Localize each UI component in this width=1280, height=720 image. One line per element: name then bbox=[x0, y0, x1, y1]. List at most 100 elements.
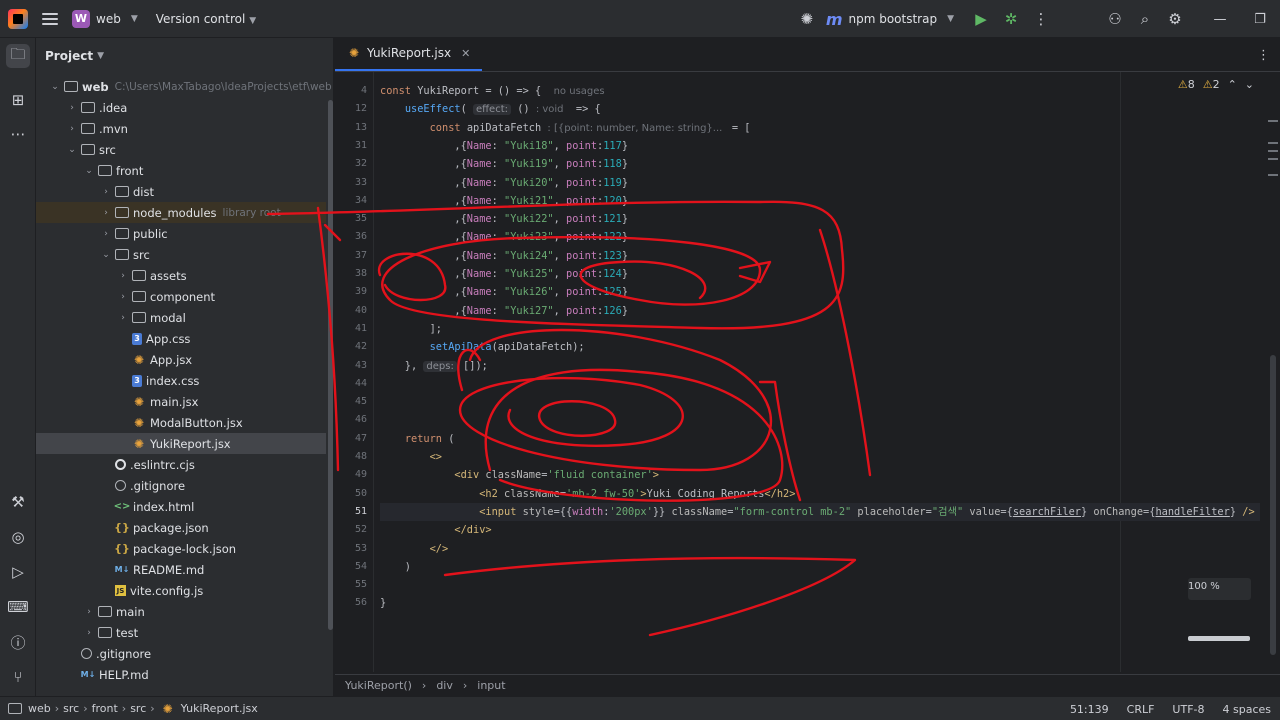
line-number[interactable]: 55 bbox=[337, 576, 367, 594]
tree-item[interactable]: ✺ ModalButton.jsx bbox=[36, 412, 326, 433]
path-item[interactable]: YukiReport.jsx bbox=[181, 702, 258, 715]
line-number[interactable]: 33 bbox=[337, 174, 367, 192]
path-item[interactable]: web bbox=[28, 702, 51, 715]
line-number[interactable]: 47 bbox=[337, 430, 367, 448]
error-stripe-mark[interactable] bbox=[1268, 150, 1278, 152]
indent-setting[interactable]: 4 spaces bbox=[1214, 703, 1280, 716]
code-line[interactable]: ,{Name: "Yuki25", point:124} bbox=[380, 265, 628, 283]
code-line[interactable]: ,{Name: "Yuki27", point:126} bbox=[380, 302, 628, 320]
close-icon[interactable]: ✕ bbox=[461, 47, 470, 60]
caret-position[interactable]: 51:139 bbox=[1061, 703, 1118, 716]
error-stripe-mark[interactable] bbox=[1268, 174, 1278, 176]
path-item[interactable]: src bbox=[63, 702, 79, 715]
line-number[interactable]: 36 bbox=[337, 228, 367, 246]
tree-item[interactable]: JS vite.config.js bbox=[36, 580, 326, 601]
chevron-down-icon[interactable]: ⌄ bbox=[48, 82, 62, 92]
chevron-right-icon[interactable]: › bbox=[82, 607, 96, 617]
chevron-right-icon[interactable]: › bbox=[82, 628, 96, 638]
git-branch-icon[interactable]: ⑂ bbox=[6, 665, 30, 689]
line-number[interactable]: 32 bbox=[337, 155, 367, 173]
tree-item[interactable]: ✺ App.jsx bbox=[36, 349, 326, 370]
tree-item[interactable]: › test bbox=[36, 622, 326, 643]
services-icon[interactable]: ◎ bbox=[6, 525, 30, 549]
line-separator[interactable]: CRLF bbox=[1118, 703, 1164, 716]
chevron-right-icon[interactable]: › bbox=[65, 124, 79, 134]
line-number[interactable]: 37 bbox=[337, 247, 367, 265]
run-icon[interactable]: ▶ bbox=[966, 10, 996, 28]
path-item[interactable]: src bbox=[130, 702, 146, 715]
main-menu-icon[interactable] bbox=[42, 12, 58, 25]
tree-item[interactable]: .eslintrc.cjs bbox=[36, 454, 326, 475]
vertical-scrollbar[interactable] bbox=[1270, 355, 1276, 655]
code-line[interactable]: </div> bbox=[380, 521, 491, 539]
line-number[interactable]: 45 bbox=[337, 393, 367, 411]
code-line[interactable]: </> bbox=[380, 540, 449, 558]
line-number[interactable]: 50 bbox=[337, 485, 367, 503]
code-line[interactable]: <h2 className='mb-2 fw-50'>Yuki Coding R… bbox=[380, 485, 795, 503]
error-stripe-mark[interactable] bbox=[1268, 158, 1278, 160]
tree-item[interactable]: ⌄ src bbox=[36, 244, 326, 265]
line-number[interactable]: 54 bbox=[337, 558, 367, 576]
line-number[interactable]: 52 bbox=[337, 521, 367, 539]
path-item[interactable]: front bbox=[92, 702, 118, 715]
tree-item[interactable]: ⌄ web C:\Users\MaxTabago\IdeaProjects\etf\… bbox=[36, 76, 331, 97]
code-line[interactable]: }, deps: []); bbox=[380, 357, 488, 375]
horizontal-scrollbar[interactable] bbox=[1188, 636, 1250, 641]
project-scrollbar[interactable] bbox=[328, 100, 333, 630]
tree-item[interactable]: ⌄ src bbox=[36, 139, 326, 160]
tree-item[interactable]: › dist bbox=[36, 181, 326, 202]
breadcrumb-item[interactable]: input bbox=[477, 679, 505, 692]
breadcrumb-item[interactable]: div bbox=[436, 679, 453, 692]
maximize-button[interactable]: ❐ bbox=[1240, 12, 1280, 27]
tree-item[interactable]: M↓ HELP.md bbox=[36, 664, 326, 685]
line-number[interactable]: 40 bbox=[337, 302, 367, 320]
code-line[interactable]: const apiDataFetch : [{point: number, Na… bbox=[380, 119, 751, 137]
line-number[interactable]: 13 bbox=[337, 119, 367, 137]
tree-item[interactable]: ✺ YukiReport.jsx bbox=[36, 433, 326, 454]
tree-item[interactable]: ⌄ front bbox=[36, 160, 326, 181]
chevron-right-icon[interactable]: › bbox=[65, 103, 79, 113]
tab-yukireport-jsx[interactable]: ✺ YukiReport.jsx ✕ bbox=[335, 37, 483, 71]
tree-item[interactable]: {} package-lock.json bbox=[36, 538, 326, 559]
tree-item[interactable]: 3 index.css bbox=[36, 370, 326, 391]
line-number[interactable]: 38 bbox=[337, 265, 367, 283]
code-line[interactable]: ]; bbox=[380, 320, 442, 338]
error-stripe-mark[interactable] bbox=[1268, 120, 1278, 122]
terminal-icon[interactable]: ⌨ bbox=[6, 595, 30, 619]
ide-logo-icon[interactable] bbox=[8, 8, 28, 29]
problems-icon[interactable]: ⓘ bbox=[6, 630, 30, 654]
code-line[interactable]: const YukiReport = () => { no usages bbox=[380, 82, 605, 100]
previous-highlight-icon[interactable]: ⌃ bbox=[1228, 78, 1237, 91]
chevron-right-icon[interactable]: › bbox=[99, 208, 113, 218]
code-line[interactable]: ,{Name: "Yuki21", point:120} bbox=[380, 192, 628, 210]
tree-item[interactable]: › assets bbox=[36, 265, 326, 286]
debug-icon[interactable]: ✲ bbox=[996, 10, 1026, 28]
code-line[interactable]: ,{Name: "Yuki26", point:125} bbox=[380, 283, 628, 301]
inspection-widget[interactable]: ⚠8 ⚠2 ⌃ ⌄ bbox=[1178, 78, 1254, 91]
structure-icon[interactable]: ⊞ bbox=[6, 88, 30, 112]
tree-item[interactable]: › public bbox=[36, 223, 326, 244]
line-number[interactable]: 49 bbox=[337, 466, 367, 484]
tree-item[interactable]: M↓ README.md bbox=[36, 559, 326, 580]
line-number[interactable]: 41 bbox=[337, 320, 367, 338]
minimize-button[interactable]: — bbox=[1200, 12, 1240, 27]
chevron-right-icon[interactable]: › bbox=[99, 187, 113, 197]
code-line[interactable]: ,{Name: "Yuki22", point:121} bbox=[380, 210, 628, 228]
chevron-down-icon[interactable]: ⌄ bbox=[99, 250, 113, 260]
add-user-icon[interactable]: ⚇ bbox=[1100, 10, 1130, 28]
chevron-right-icon[interactable]: › bbox=[116, 292, 130, 302]
tree-item[interactable]: › modal bbox=[36, 307, 326, 328]
tree-item[interactable]: .gitignore bbox=[36, 475, 326, 496]
tree-item[interactable]: ✺ main.jsx bbox=[36, 391, 326, 412]
code-line[interactable]: <input style={{width:'200px'}} className… bbox=[380, 502, 1260, 522]
line-number[interactable]: 51 bbox=[337, 503, 367, 521]
chevron-down-icon[interactable]: ⌄ bbox=[82, 166, 96, 176]
tree-item[interactable]: › .mvn bbox=[36, 118, 326, 139]
next-highlight-icon[interactable]: ⌄ bbox=[1245, 78, 1254, 91]
project-switcher[interactable]: W web ▼ bbox=[72, 9, 138, 28]
tree-item[interactable]: {} package.json bbox=[36, 517, 326, 538]
file-encoding[interactable]: UTF-8 bbox=[1163, 703, 1213, 716]
chevron-right-icon[interactable]: › bbox=[116, 271, 130, 281]
code-line[interactable]: ,{Name: "Yuki18", point:117} bbox=[380, 137, 628, 155]
tree-item[interactable]: .gitignore bbox=[36, 643, 326, 664]
